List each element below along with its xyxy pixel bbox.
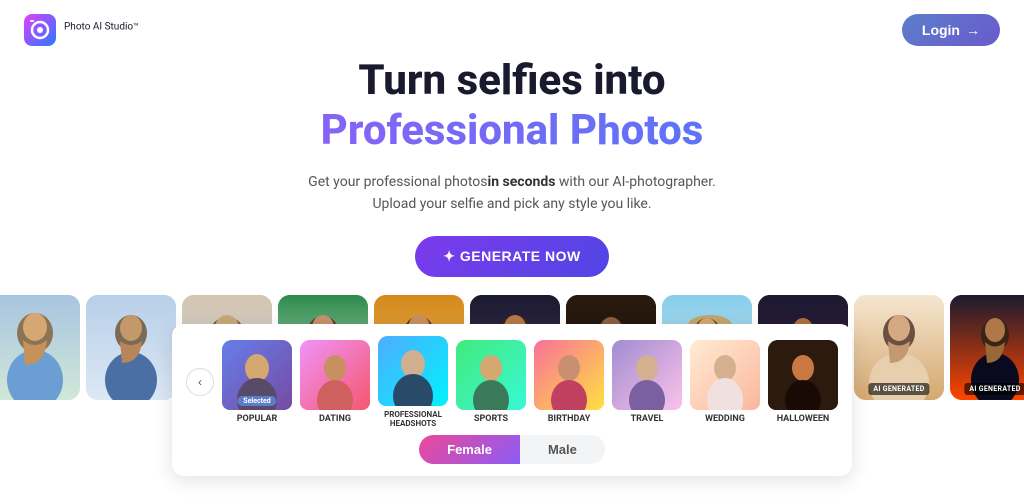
style-card-wedding[interactable]: WEDDING <box>690 340 760 425</box>
hero-subtitle: Get your professional photosin seconds w… <box>0 171 1024 216</box>
header: Photo AI Studio™ Login → <box>0 0 1024 60</box>
selected-badge: Selected <box>237 396 276 406</box>
login-button[interactable]: Login → <box>902 14 1000 46</box>
style-card-travel[interactable]: TRAVEL <box>612 340 682 425</box>
style-card-birthday[interactable]: BIRTHDAY <box>534 340 604 425</box>
style-sports-label: SPORTS <box>456 414 526 425</box>
photo-card-10: AI GENERATED <box>854 295 944 400</box>
style-card-halloween[interactable]: HALLOWEEN <box>768 340 838 425</box>
style-row: ‹ Selected POPULAR <box>186 336 838 429</box>
style-prev-button[interactable]: ‹ <box>186 368 214 396</box>
style-sports-img <box>456 340 526 410</box>
photo-card-1 <box>0 295 80 400</box>
style-card-sports[interactable]: SPORTS <box>456 340 526 425</box>
logo-icon <box>24 14 56 46</box>
ai-badge-11: AI GENERATED <box>964 383 1024 395</box>
style-birthday-img <box>534 340 604 410</box>
arrow-right-icon: → <box>966 22 980 38</box>
style-travel-img <box>612 340 682 410</box>
style-card-dating[interactable]: DATING <box>300 340 370 425</box>
style-dating-img <box>300 340 370 410</box>
style-dating-label: DATING <box>300 414 370 425</box>
style-card-professional[interactable]: PROFESSIONAL HEADSHOTS <box>378 336 448 429</box>
gender-row: Female Male <box>186 435 838 464</box>
generate-now-button[interactable]: ✦ GENERATE NOW <box>415 236 608 277</box>
style-birthday-label: BIRTHDAY <box>534 414 604 425</box>
ai-badge-10: AI GENERATED <box>868 383 929 395</box>
photo-card-2 <box>86 295 176 400</box>
hero-title-bottom: Professional Photos <box>0 106 1024 156</box>
style-popular-label: POPULAR <box>222 414 292 425</box>
male-button[interactable]: Male <box>520 435 605 464</box>
style-travel-label: TRAVEL <box>612 414 682 425</box>
female-button[interactable]: Female <box>419 435 520 464</box>
hero-title-top: Turn selfies into <box>0 56 1024 106</box>
style-section: ‹ Selected POPULAR <box>172 324 852 476</box>
logo-text: Photo AI Studio™ <box>64 21 139 40</box>
style-popular-img: Selected <box>222 340 292 410</box>
logo: Photo AI Studio™ <box>24 14 139 46</box>
style-wedding-img <box>690 340 760 410</box>
style-professional-label: PROFESSIONAL HEADSHOTS <box>378 410 448 429</box>
style-halloween-img <box>768 340 838 410</box>
photo-card-11: AI GENERATED <box>950 295 1024 400</box>
style-wedding-label: WEDDING <box>690 414 760 425</box>
style-professional-img <box>378 336 448 406</box>
style-halloween-label: HALLOWEEN <box>768 414 838 425</box>
style-card-popular[interactable]: Selected POPULAR <box>222 340 292 425</box>
